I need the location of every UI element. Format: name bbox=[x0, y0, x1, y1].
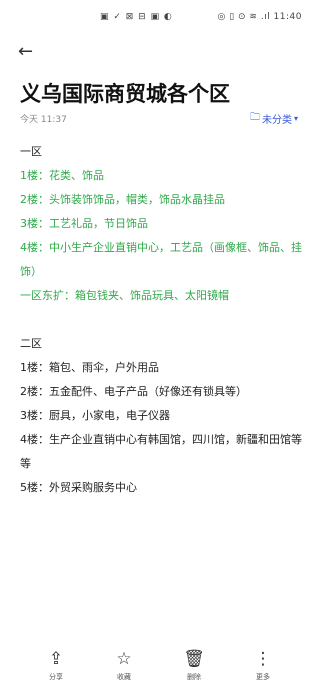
district-1-heading: 一区 bbox=[20, 145, 42, 158]
district-2-line: 3楼：厨具，小家电，电子仪器 bbox=[20, 409, 170, 422]
district-1-line: 3楼：工艺礼品，节日饰品 bbox=[20, 217, 148, 230]
star-icon: ☆ bbox=[116, 649, 132, 669]
notification-icons: ▣ ✓ ⊠ ⊟ ▣ ◐ bbox=[100, 12, 173, 22]
district-2-line: 1楼：箱包、雨伞，户外用品 bbox=[20, 361, 159, 374]
note-title: 义乌国际商贸城各个区 bbox=[20, 82, 230, 106]
district-2-line: 4楼：生产企业直销中心有韩国馆，四川馆，新疆和田馆等等 bbox=[20, 433, 302, 470]
category-selector[interactable]: 🗀 未分类 ▾ bbox=[250, 110, 298, 127]
district-2-heading: 二区 bbox=[20, 337, 42, 350]
district-1-line: 2楼：头饰装饰饰品，帽类，饰品水晶挂品 bbox=[20, 193, 225, 206]
note-body[interactable]: 一区 1楼：花类、饰品 2楼：头饰装饰饰品，帽类，饰品水晶挂品 3楼：工艺礼品，… bbox=[20, 140, 302, 500]
note-timestamp: 今天 11:37 bbox=[20, 115, 67, 125]
favorite-button[interactable]: ☆ 收藏 bbox=[99, 648, 149, 682]
delete-label: 删除 bbox=[187, 673, 201, 681]
trash-icon: 🗑 bbox=[183, 649, 205, 669]
bottom-toolbar: ⇪ 分享 ☆ 收藏 🗑 删除 ⋮ 更多 bbox=[0, 648, 320, 692]
share-button[interactable]: ⇪ 分享 bbox=[31, 648, 81, 682]
back-arrow-icon[interactable]: ← bbox=[18, 40, 42, 64]
district-1-line: 1楼：花类、饰品 bbox=[20, 169, 104, 182]
share-label: 分享 bbox=[49, 673, 63, 681]
category-label: 未分类 bbox=[261, 115, 292, 126]
more-vertical-icon: ⋮ bbox=[254, 649, 272, 669]
share-icon: ⇪ bbox=[48, 649, 64, 669]
folder-icon: 🗀 bbox=[249, 112, 260, 123]
more-label: 更多 bbox=[256, 673, 270, 681]
district-2-line: 2楼：五金配件、电子产品（好像还有锁具等） bbox=[20, 385, 247, 398]
more-button[interactable]: ⋮ 更多 bbox=[238, 648, 288, 682]
district-1-line: 一区东扩：箱包钱夹、饰品玩具、太阳镜帽 bbox=[20, 289, 229, 302]
favorite-label: 收藏 bbox=[117, 673, 131, 681]
chevron-down-icon: ▾ bbox=[293, 114, 298, 123]
system-status-icons: ◎ ▯ ⊙ ≋ .ıl 11:40 bbox=[217, 12, 302, 22]
district-1-line: 4楼：中小生产企业直销中心，工艺品（画像框、饰品、挂饰） bbox=[20, 241, 302, 278]
status-bar: ▣ ✓ ⊠ ⊟ ▣ ◐ ◎ ▯ ⊙ ≋ .ıl 11:40 bbox=[0, 0, 320, 34]
district-2-line: 5楼：外贸采购服务中心 bbox=[20, 481, 137, 494]
delete-button[interactable]: 🗑 删除 bbox=[169, 648, 219, 682]
